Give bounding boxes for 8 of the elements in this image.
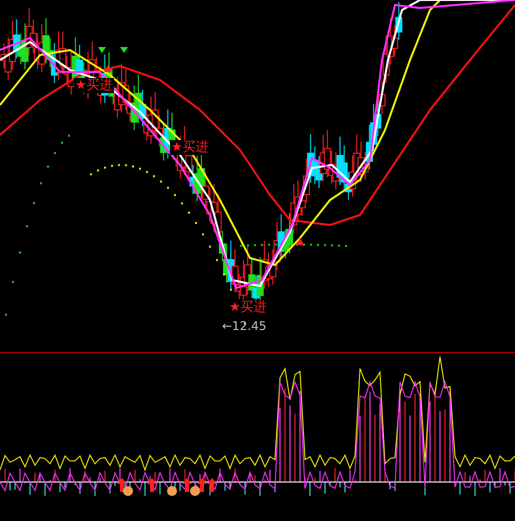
buy-signal-label: ★买进 <box>228 300 268 315</box>
sell-marker-icon <box>120 47 128 53</box>
buy-marker-icon <box>296 238 304 245</box>
buy-signal-label: ★买进 <box>74 78 114 93</box>
sell-marker-icon <box>98 47 106 53</box>
low-price-label: ←12.45 <box>222 320 266 332</box>
buy-marker-icon <box>104 65 112 72</box>
buy-signal-label: ★买进 <box>170 140 210 155</box>
